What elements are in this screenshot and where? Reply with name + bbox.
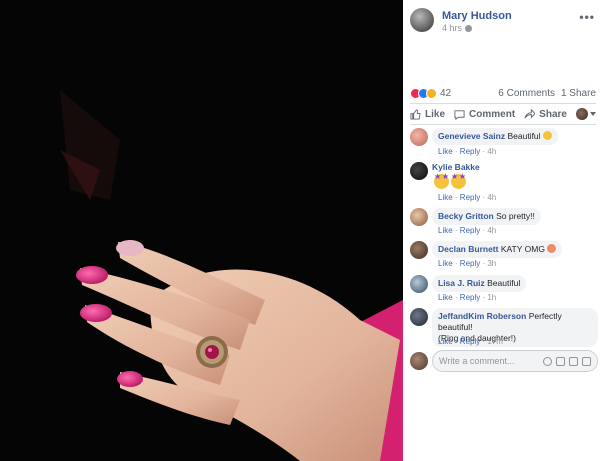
comment-time[interactable]: 1h: [487, 293, 496, 302]
like-button-label: Like: [425, 108, 446, 120]
reaction-count[interactable]: 42: [440, 88, 451, 99]
emoji-picker-icon[interactable]: [543, 356, 552, 366]
post-photo[interactable]: [0, 0, 403, 461]
comment-bubble: Lisa J. Ruiz Beautiful: [432, 275, 527, 292]
commenter-avatar[interactable]: [410, 241, 428, 259]
comment-meta: Like · Reply · 3h: [438, 259, 497, 268]
commenter-name[interactable]: Kylie Bakke: [432, 162, 480, 172]
emoji-reply: [434, 172, 468, 192]
commenter-avatar[interactable]: [410, 308, 428, 326]
comment-input[interactable]: [439, 356, 529, 366]
comment-count[interactable]: 6 Comments: [498, 88, 555, 99]
wow-reaction-icon: [426, 87, 437, 99]
sticker-icon[interactable]: [582, 356, 591, 366]
comment-composer: [410, 350, 598, 374]
post-timestamp[interactable]: 4 hrs: [442, 23, 473, 33]
comment-text: Beautiful: [487, 278, 521, 288]
commenter-name[interactable]: Genevieve Sainz: [438, 131, 505, 141]
comment-time[interactable]: 3h: [487, 259, 496, 268]
commenter-name[interactable]: Lisa J. Ruiz: [438, 278, 485, 288]
comment-meta: Like · Reply · 4h: [438, 193, 497, 202]
comment-time[interactable]: 4h: [487, 226, 496, 235]
commenter-avatar[interactable]: [410, 162, 428, 180]
post-header: Mary Hudson 4 hrs •••: [410, 8, 595, 34]
reaction-icons[interactable]: [410, 87, 437, 99]
comment-meta: Like · Reply · 1h: [438, 293, 497, 302]
comment-text: KATY OMG: [500, 244, 545, 254]
comment-reply-link[interactable]: Reply: [460, 293, 480, 302]
share-icon: [524, 108, 536, 118]
author-name[interactable]: Mary Hudson: [442, 10, 512, 22]
comment-reply-link[interactable]: Reply: [460, 337, 480, 346]
post-actions: Like Comment Share: [410, 105, 596, 123]
comment-like-link[interactable]: Like: [438, 259, 453, 268]
more-options-icon[interactable]: •••: [579, 10, 595, 24]
divider: [410, 103, 596, 104]
comment-like-link[interactable]: Like: [438, 147, 453, 156]
comment-like-link[interactable]: Like: [438, 337, 453, 346]
comment-text: So pretty!!: [496, 211, 535, 221]
commenter-avatar[interactable]: [410, 128, 428, 146]
react-as-selector[interactable]: [575, 108, 596, 120]
hand-with-ring-image: [60, 90, 403, 461]
viewer-avatar[interactable]: [410, 352, 428, 370]
comment-like-link[interactable]: Like: [438, 193, 453, 202]
comment-meta: Like · Reply · 4h: [438, 147, 497, 156]
comment-button[interactable]: Comment: [454, 109, 515, 120]
commenter-avatar[interactable]: [410, 208, 428, 226]
gif-icon[interactable]: [569, 356, 578, 366]
comment-text: Beautiful: [507, 131, 541, 141]
commenter-avatar[interactable]: [410, 275, 428, 293]
comment-time[interactable]: 4h: [487, 193, 496, 202]
commenter-name[interactable]: Becky Gritton: [438, 211, 494, 221]
thumbs-up-icon: [410, 108, 421, 120]
comment-input-box[interactable]: [432, 350, 598, 372]
divider: [410, 124, 596, 125]
comment-time[interactable]: 17m: [487, 337, 503, 346]
like-button[interactable]: Like: [410, 109, 445, 120]
comment-button-label: Comment: [469, 108, 516, 120]
share-button[interactable]: Share: [524, 108, 567, 120]
heart-eyes-emoji-icon: [547, 244, 557, 253]
star-struck-emoji-icon: [434, 172, 449, 189]
comment-time[interactable]: 4h: [487, 147, 496, 156]
comment-meta: Like · Reply · 4h: [438, 226, 497, 235]
comment-bubble: Declan Burnett KATY OMG: [432, 241, 563, 258]
comment-reply-link[interactable]: Reply: [460, 226, 480, 235]
comment-like-link[interactable]: Like: [438, 226, 453, 235]
post-sidebar: Mary Hudson 4 hrs ••• 42 6 Comments 1 Sh…: [403, 0, 600, 461]
share-button-label: Share: [539, 108, 567, 120]
smile-emoji-icon: [542, 131, 552, 140]
comment-icon: [454, 109, 465, 120]
comment-bubble: Genevieve Sainz Beautiful: [432, 128, 558, 145]
share-count[interactable]: 1 Share: [561, 88, 596, 99]
comment-reply-link[interactable]: Reply: [460, 193, 480, 202]
camera-icon[interactable]: [556, 356, 565, 366]
comment-like-link[interactable]: Like: [438, 293, 453, 302]
star-struck-emoji-icon: [451, 172, 466, 189]
comment-reply-link[interactable]: Reply: [460, 147, 480, 156]
chevron-down-icon: [589, 112, 596, 116]
commenter-name[interactable]: Declan Burnett: [438, 244, 498, 254]
comment-meta: Like · Reply · 17m: [438, 337, 503, 346]
comment-bubble: Becky Gritton So pretty!!: [432, 208, 541, 225]
reactions-summary: 42 6 Comments 1 Share: [410, 86, 596, 100]
post-time-text[interactable]: 4 hrs: [442, 23, 462, 33]
author-avatar[interactable]: [410, 8, 434, 32]
commenter-name[interactable]: JeffandKim Roberson: [438, 311, 526, 321]
globe-icon: [465, 24, 473, 32]
viewer-avatar: [575, 108, 588, 120]
comment-reply-link[interactable]: Reply: [460, 259, 480, 268]
nail-accent: [116, 240, 144, 256]
